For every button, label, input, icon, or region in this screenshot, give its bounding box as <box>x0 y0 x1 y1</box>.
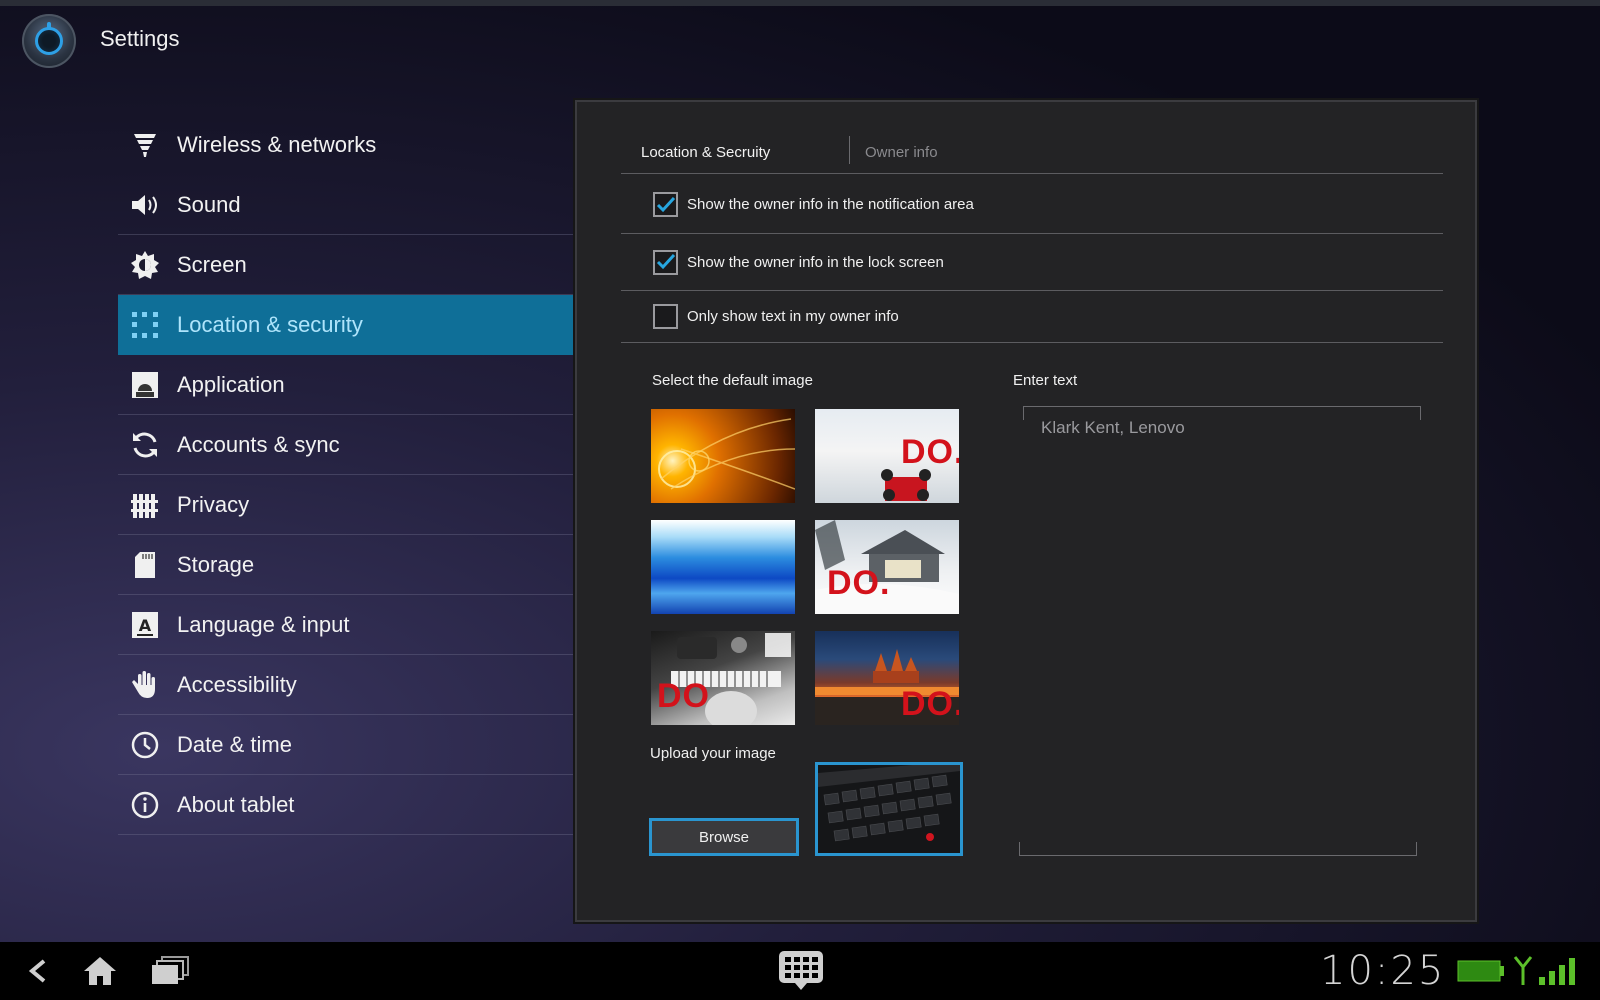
action-bar: Settings <box>0 6 1600 84</box>
sync-icon <box>130 430 160 460</box>
sidebar-item-accounts-sync[interactable]: Accounts & sync <box>118 415 574 475</box>
app-drawer-icon[interactable] <box>776 951 826 990</box>
sidebar-item-label: Accessibility <box>177 671 297 697</box>
battery-icon[interactable] <box>1456 952 1506 990</box>
sidebar-item-label: Privacy <box>177 491 250 517</box>
home-icon[interactable] <box>80 952 120 990</box>
sidebar-item-about-tablet[interactable]: About tablet <box>118 775 574 835</box>
sidebar-item-label: Application <box>177 371 285 397</box>
default-image-red-square[interactable]: DO. <box>815 631 959 725</box>
tab-separator <box>849 136 850 164</box>
clock-icon <box>130 730 160 760</box>
option-label: Show the owner info in the lock screen <box>687 253 944 271</box>
option-row-lock-screen[interactable]: Show the owner info in the lock screen <box>621 234 1443 291</box>
checkbox-notification[interactable] <box>653 192 678 217</box>
sidebar-item-label: Screen <box>177 251 247 277</box>
recent-apps-icon[interactable] <box>148 952 192 990</box>
android-icon <box>130 370 160 400</box>
sidebar-item-accessibility[interactable]: Accessibility <box>118 655 574 715</box>
default-image-snow-house[interactable]: DO. <box>815 520 959 614</box>
checkbox-lock-screen[interactable] <box>653 249 678 275</box>
sidebar-item-label: Accounts & sync <box>177 431 340 457</box>
do-overlay-text: DO. <box>901 685 959 723</box>
do-overlay-text: DO. <box>827 564 891 602</box>
sidebar-item-screen[interactable]: Screen <box>118 235 574 295</box>
owner-text-value: Klark Kent, Lenovo <box>1041 418 1185 437</box>
default-image-snow-car[interactable]: DO. <box>815 409 959 503</box>
info-icon <box>130 790 160 820</box>
brightness-icon <box>130 250 160 280</box>
panel-tabs: Location & Secruity Owner info <box>621 134 1443 174</box>
sidebar-item-label: Wireless & networks <box>177 132 377 157</box>
sidebar-item-label: Storage <box>177 551 255 577</box>
language-a-icon: A <box>130 610 160 640</box>
tab-location-security[interactable]: Location & Secruity <box>641 144 770 161</box>
tab-owner-info[interactable]: Owner info <box>865 144 938 161</box>
settings-category-list: Wireless & networks Sound Screen Locatio… <box>118 115 574 835</box>
privacy-fence-icon <box>130 490 160 520</box>
sidebar-item-application[interactable]: Application <box>118 355 574 415</box>
signal-icon[interactable] <box>1512 952 1592 990</box>
back-icon[interactable] <box>20 952 54 990</box>
option-row-text-only[interactable]: Only show text in my owner info <box>621 291 1443 343</box>
sidebar-item-storage[interactable]: Storage <box>118 535 574 595</box>
sidebar-item-wireless[interactable]: Wireless & networks <box>118 115 574 175</box>
system-bar: 10:25 <box>0 942 1600 1000</box>
default-image-blue-waves[interactable] <box>651 520 795 614</box>
sidebar-item-date-time[interactable]: Date & time <box>118 715 574 775</box>
sidebar-item-label: Language & input <box>177 611 350 637</box>
default-image-label: Select the default image <box>652 372 813 389</box>
sidebar-item-label: Location & security <box>177 312 363 337</box>
upload-image-label: Upload your image <box>650 745 776 762</box>
default-image-dj-piano[interactable]: DO <box>651 631 795 725</box>
option-row-notification[interactable]: Show the owner info in the notification … <box>621 176 1443 234</box>
owner-text-field[interactable]: Klark Kent, Lenovo <box>1019 406 1421 856</box>
page-title: Settings <box>100 26 180 51</box>
default-image-orange-burst[interactable] <box>651 409 795 503</box>
do-overlay-text: DO. <box>901 433 959 471</box>
sidebar-item-language-input[interactable]: A Language & input <box>118 595 574 655</box>
svg-text:A: A <box>139 616 152 635</box>
sidebar-item-location-security[interactable]: Location & security <box>118 295 574 355</box>
settings-app-icon[interactable] <box>22 14 76 68</box>
browse-button[interactable]: Browse <box>649 818 799 856</box>
sd-card-icon <box>130 550 160 580</box>
sidebar-item-sound[interactable]: Sound <box>118 175 574 235</box>
sidebar-item-label: Sound <box>177 191 241 217</box>
wireless-icon <box>130 130 160 160</box>
do-overlay-text: DO <box>657 677 710 715</box>
sidebar-item-label: Date & time <box>177 731 292 757</box>
sidebar-item-label: About tablet <box>177 791 295 817</box>
checkbox-text-only[interactable] <box>653 304 678 329</box>
option-label: Only show text in my owner info <box>687 308 899 325</box>
hand-icon <box>130 670 160 700</box>
sidebar-item-privacy[interactable]: Privacy <box>118 475 574 535</box>
uploaded-image-keyboard[interactable] <box>815 762 963 856</box>
speaker-icon <box>130 190 160 220</box>
location-grid-icon <box>130 310 160 340</box>
option-label: Show the owner info in the notification … <box>687 196 974 213</box>
clock[interactable]: 10:25 <box>1320 948 1445 994</box>
enter-text-label: Enter text <box>1013 372 1078 389</box>
settings-detail-panel: Location & Secruity Owner info Show the … <box>575 100 1477 922</box>
